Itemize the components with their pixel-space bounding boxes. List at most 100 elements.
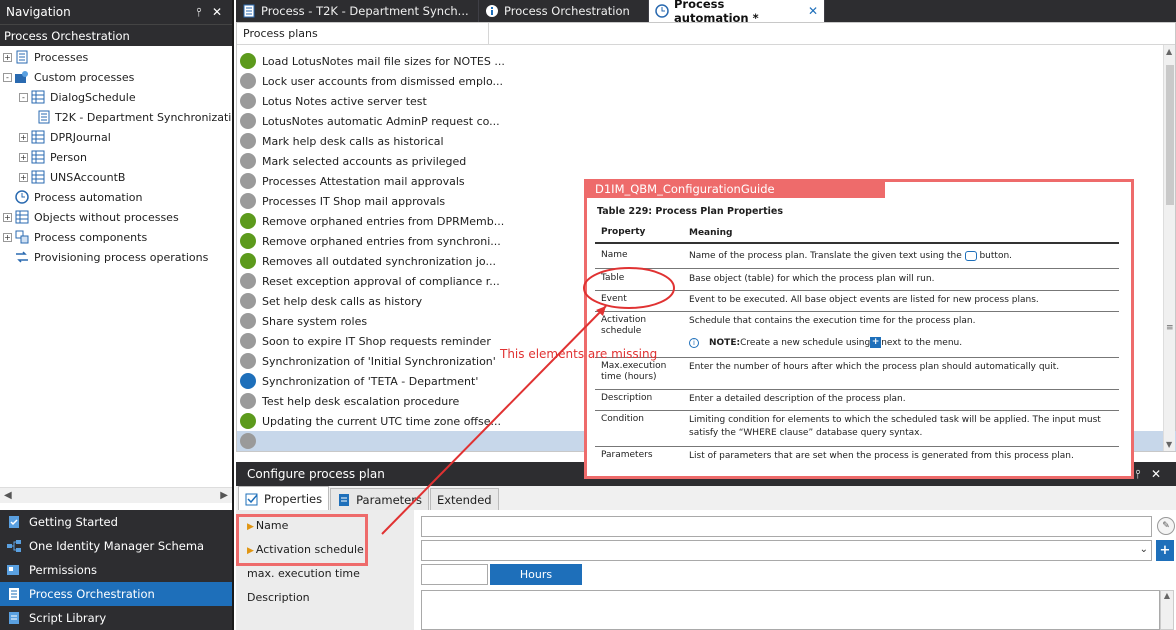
expand-icon[interactable]: +: [3, 232, 12, 242]
tree-node-label: DPRJournal: [50, 130, 111, 144]
expand-icon[interactable]: +: [19, 132, 28, 142]
grid-header: Process plans: [237, 22, 1175, 45]
activation-schedule-select[interactable]: ⌄: [421, 540, 1152, 561]
name-input[interactable]: [421, 516, 1152, 537]
scrollbar-thumb[interactable]: [1166, 65, 1174, 205]
permissions-icon: [6, 562, 22, 578]
process-plan-name: Removes all outdated synchronization jo.…: [262, 254, 496, 268]
nav-section-getting-started[interactable]: Getting Started: [0, 510, 232, 534]
close-icon[interactable]: ✕: [208, 5, 226, 19]
expand-icon[interactable]: +: [19, 172, 28, 182]
nav-section-process-orchestration[interactable]: Process Orchestration: [0, 582, 232, 606]
expand-icon[interactable]: +: [3, 52, 12, 62]
expand-icon[interactable]: +: [3, 212, 12, 222]
collapse-icon[interactable]: -: [3, 72, 12, 82]
annotation-text: This elements are missing: [500, 347, 658, 361]
configure-tabs: Properties Parameters Extended: [236, 486, 1176, 510]
status-green-icon: [240, 413, 256, 429]
process-plan-name: Synchronization of 'TETA - Department': [262, 374, 479, 388]
tree-node-label: Processes: [34, 50, 89, 64]
scroll-down-icon[interactable]: ▼: [1166, 440, 1172, 449]
tab-1[interactable]: Process - T2K - Department Synch...: [236, 0, 479, 22]
status-gray-icon: [240, 153, 256, 169]
process-plan-row[interactable]: Mark help desk calls as historical: [237, 131, 1176, 151]
table-icon: [30, 169, 46, 185]
tree-node[interactable]: Provisioning process operations: [0, 247, 232, 267]
process-plan-row[interactable]: Mark selected accounts as privileged: [237, 151, 1176, 171]
scroll-left-icon[interactable]: ◀: [4, 490, 12, 501]
header-property: Property: [601, 227, 646, 237]
row-property: Parameters: [601, 450, 653, 460]
status-blue-icon: [240, 373, 256, 389]
description-scrollbar[interactable]: ▲: [1160, 590, 1174, 630]
grid-vertical-scrollbar[interactable]: ▲ ≡ ▼: [1163, 45, 1175, 451]
tab-label: Parameters: [356, 492, 422, 507]
nav-section-permissions[interactable]: Permissions: [0, 558, 232, 582]
process-plan-row[interactable]: LotusNotes automatic AdminP request co..…: [237, 111, 1176, 131]
status-gray-icon: [240, 133, 256, 149]
tree-node-label: T2K - Department Synchronization: [55, 110, 232, 124]
table-row: Name Name of the process plan. Translate…: [595, 247, 1119, 269]
splitter-grip-icon[interactable]: ≡: [1166, 323, 1174, 333]
process-plan-row[interactable]: Load LotusNotes mail file sizes for NOTE…: [237, 51, 1176, 71]
translate-icon[interactable]: ✎: [1157, 517, 1175, 535]
tree-node[interactable]: + Processes: [0, 47, 232, 67]
row-property: Event: [601, 294, 627, 304]
tree-node[interactable]: + Person: [0, 147, 232, 167]
pin-icon[interactable]: ⫯: [190, 5, 208, 20]
tab-parameters[interactable]: Parameters: [330, 488, 429, 510]
tree-node[interactable]: + UNSAccountB: [0, 167, 232, 187]
max-execution-time-input[interactable]: [421, 564, 488, 585]
table-icon: [30, 149, 46, 165]
row-meaning: Base object (table) for which the proces…: [689, 274, 935, 284]
tree-node[interactable]: - DialogSchedule: [0, 87, 232, 107]
configuration-guide-overlay: D1IM_QBM_ConfigurationGuide Table 229: P…: [584, 179, 1134, 479]
add-icon: +: [870, 337, 882, 348]
tab-properties[interactable]: Properties: [238, 486, 330, 510]
process-icon: [14, 49, 30, 65]
process-plan-row[interactable]: Lotus Notes active server test: [237, 91, 1176, 111]
row-meaning: Limiting condition for elements to which…: [689, 415, 1101, 438]
row-meaning: Name of the process plan. Translate the …: [689, 250, 1013, 261]
tab-3[interactable]: Process automation * ✕: [649, 0, 825, 25]
tree-node[interactable]: Process automation: [0, 187, 232, 207]
table-row: Event Event to be executed. All base obj…: [595, 291, 1119, 312]
chevron-down-icon[interactable]: ⌄: [1140, 544, 1148, 555]
tree-node[interactable]: + DPRJournal: [0, 127, 232, 147]
process-plan-name: Test help desk escalation procedure: [262, 394, 460, 408]
component-icon: [14, 229, 30, 245]
process-plan-row[interactable]: Lock user accounts from dismissed emplo.…: [237, 71, 1176, 91]
tree-node-label: Custom processes: [34, 70, 135, 84]
tree-node[interactable]: T2K - Department Synchronization: [0, 107, 232, 127]
close-icon[interactable]: ✕: [1147, 467, 1165, 481]
row-meaning: Event to be executed. All base object ev…: [689, 295, 1039, 305]
tab-2[interactable]: Process Orchestration: [479, 0, 649, 22]
column-header-process-plans[interactable]: Process plans: [237, 22, 489, 45]
scroll-up-icon[interactable]: ▲: [1166, 47, 1172, 56]
scroll-right-icon[interactable]: ▶: [220, 490, 228, 501]
description-textarea[interactable]: [421, 590, 1160, 630]
tab-label: Process - T2K - Department Synch...: [261, 4, 469, 18]
navigation-sections: Getting Started One Identity Manager Sche…: [0, 510, 232, 630]
process-plan-name: Synchronization of 'Initial Synchronizat…: [262, 354, 496, 368]
header-meaning: Meaning: [689, 228, 733, 238]
navigation-section-title: Process Orchestration: [0, 24, 232, 46]
status-gray-icon: [240, 313, 256, 329]
table-row: Max.execution time (hours) Enter the num…: [595, 358, 1119, 390]
tab-extended[interactable]: Extended: [429, 488, 499, 510]
tree-horizontal-scrollbar[interactable]: ◀ ▶: [0, 487, 232, 503]
row-meaning: List of parameters that are set when the…: [689, 451, 1074, 461]
add-schedule-icon[interactable]: +: [1156, 540, 1174, 561]
status-gray-icon: [240, 293, 256, 309]
property-table: Table 229: Process Plan Properties Prope…: [587, 198, 1131, 476]
hours-unit-button[interactable]: Hours: [490, 564, 582, 585]
close-tab-icon[interactable]: ✕: [808, 4, 818, 18]
tree-node[interactable]: + Objects without processes: [0, 207, 232, 227]
expand-icon[interactable]: +: [19, 152, 28, 162]
tree-node[interactable]: + Process components: [0, 227, 232, 247]
nav-section-schema[interactable]: One Identity Manager Schema: [0, 534, 232, 558]
tree-node[interactable]: - Custom processes: [0, 67, 232, 87]
nav-section-script-library[interactable]: Script Library: [0, 606, 232, 630]
process-plan-name: Processes Attestation mail approvals: [262, 174, 465, 188]
collapse-icon[interactable]: -: [19, 92, 28, 102]
